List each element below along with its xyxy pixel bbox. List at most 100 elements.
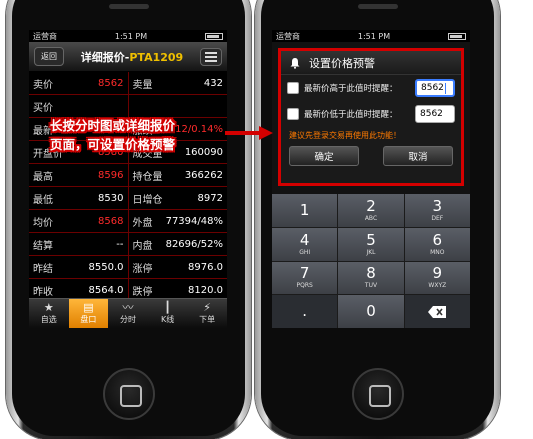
quote-label: 最高	[33, 171, 53, 183]
quote-value: 82696/52%	[165, 238, 223, 250]
quote-row: 最新 8562 涨跌 12/0.14%	[29, 118, 227, 141]
left-screen: 运营商 1:51 PM 返回 详细报价-PTA1209 卖价 8562 卖量 432 买…	[29, 30, 227, 328]
quote-cell-left: 最低 8530	[29, 187, 129, 209]
quote-value: --	[116, 238, 124, 250]
dialog-backdrop: 设置价格预警 最新价高于此值时提醒： 8562 最新价低于此值时提醒： 8562…	[272, 42, 470, 194]
key-letters: PQRS	[296, 282, 313, 290]
back-button[interactable]: 返回	[34, 47, 64, 66]
high-alert-label: 最新价高于此值时提醒：	[304, 84, 398, 94]
quote-value: 8562	[98, 77, 124, 89]
speaker	[357, 4, 398, 9]
quote-row: 最低 8530 日增仓 8972	[29, 187, 227, 210]
key-7[interactable]: 7 PQRS	[272, 261, 338, 295]
quote-value: 160090	[184, 146, 223, 158]
quote-cell-left: 开盘价 8580	[29, 141, 129, 163]
nav-bar: 返回 详细报价-PTA1209	[29, 42, 227, 72]
quote-value: 8596	[98, 169, 124, 181]
left-phone: 运营商 1:51 PM 返回 详细报价-PTA1209 卖价 8562 卖量 432 买…	[6, 0, 251, 439]
quote-label: 内盘	[132, 240, 153, 252]
decimal-key[interactable]: .	[272, 295, 338, 328]
menu-icon[interactable]	[200, 47, 222, 66]
delete-key[interactable]	[404, 295, 470, 328]
high-price-input[interactable]: 8562	[415, 79, 455, 97]
key-number: 3	[432, 196, 443, 215]
key-4[interactable]: 4 GHI	[272, 227, 338, 261]
high-alert-checkbox[interactable]	[287, 82, 299, 94]
key-number: 1	[299, 200, 310, 219]
quote-table[interactable]: 卖价 8562 卖量 432 买价 最新 8562 涨跌 12/0.14% 开盘价 8580 成交量 1…	[29, 72, 227, 302]
quote-label: 卖价	[33, 79, 53, 91]
quote-label: 买价	[33, 102, 53, 114]
bell-icon	[290, 57, 300, 69]
key-letters: DEF	[431, 214, 444, 222]
quote-label: 最低	[33, 194, 53, 206]
key-3[interactable]: 3 DEF	[404, 194, 470, 227]
quote-value: 8580	[98, 146, 124, 158]
key-number: 4	[299, 230, 310, 249]
confirm-button[interactable]: 确定	[289, 146, 359, 166]
stage: 运营商 1:51 PM 返回 详细报价-PTA1209 卖价 8562 卖量 4 3 2 买…	[0, 0, 533, 439]
login-warning: 建议先登录交易再使用此功能！	[289, 131, 401, 140]
home-button[interactable]	[351, 368, 404, 420]
home-button[interactable]	[102, 368, 155, 420]
page-title-prefix: 详细报价-	[80, 50, 130, 64]
key-5[interactable]: 5 JKL	[338, 227, 404, 261]
tab-star[interactable]: ★ 自选	[29, 299, 69, 328]
quote-cell-right	[129, 95, 228, 117]
quote-cell-right: 持仓量 366262	[129, 164, 228, 186]
tab-label: K线	[160, 315, 175, 324]
low-alert-label: 最新价低于此值时提醒：	[304, 110, 398, 120]
quote-label: 卖量	[132, 79, 153, 91]
tab-label: 分时	[119, 315, 136, 324]
key-number: .	[302, 302, 308, 321]
low-price-input[interactable]: 8562	[415, 105, 455, 123]
tab-lightning[interactable]: ⚡ 下单	[187, 299, 227, 328]
low-price-value: 8562	[420, 109, 443, 119]
status-bar: 运营商 1:51 PM	[29, 30, 227, 42]
key-9[interactable]: 9 WXYZ	[404, 261, 470, 295]
right-screen: 运营商 1:51 PM 设置价格预警 最新价高于此值时提醒： 8562 最新价低…	[272, 30, 470, 328]
tab-list[interactable]: ▤ 盘口	[68, 299, 109, 328]
key-1[interactable]: 1	[272, 194, 338, 227]
tab-label: 盘口	[80, 315, 97, 324]
quote-cell-right: 成交量 160090	[129, 141, 228, 163]
quote-cell-left: 均价 8568	[29, 210, 129, 232]
quote-value: 8550.0	[88, 261, 124, 273]
quote-cell-left: 昨结 8550.0	[29, 256, 129, 278]
quote-cell-right: 涨停 8976.0	[129, 256, 228, 278]
key-letters: WXYZ	[428, 282, 447, 290]
high-alert-row: 最新价高于此值时提醒： 8562	[281, 75, 461, 101]
right-phone: 运营商 1:51 PM 设置价格预警 最新价高于此值时提醒： 8562 最新价低…	[255, 0, 500, 439]
key-8[interactable]: 8 TUV	[338, 261, 404, 295]
key-letters: TUV	[364, 282, 378, 290]
status-time: 1:51 PM	[114, 31, 148, 41]
quote-label: 结算	[33, 240, 53, 252]
battery-icon	[447, 32, 466, 40]
low-alert-checkbox[interactable]	[287, 108, 299, 120]
key-number: 8	[366, 264, 376, 283]
low-alert-row: 最新价低于此值时提醒： 8562	[281, 101, 461, 127]
cancel-button[interactable]: 取消	[383, 146, 453, 166]
quote-cell-left: 买价	[29, 95, 129, 117]
key-2[interactable]: 2 ABC	[338, 194, 404, 227]
key-number: 2	[366, 196, 376, 215]
quote-value: 8568	[98, 215, 124, 227]
line-chart-icon: 〰	[122, 301, 134, 314]
key-0[interactable]: 0	[338, 295, 404, 328]
key-letters: MNO	[430, 248, 445, 256]
tab-candlestick[interactable]: ┃ K线	[148, 299, 188, 328]
quote-label: 持仓量	[132, 171, 163, 183]
page-title: 详细报价-PTA1209	[64, 49, 200, 65]
tab-line-chart[interactable]: 〰分时	[108, 299, 148, 328]
backspace-icon	[428, 305, 447, 318]
quote-cell-right: 内盘 82696/52%	[129, 233, 228, 255]
quote-value: 12/0.14%	[175, 123, 223, 135]
contract-code: PTA1209	[129, 50, 184, 64]
key-letters: ABC	[364, 214, 378, 222]
star-icon: ★	[43, 301, 54, 314]
quote-label: 昨收	[33, 286, 53, 298]
key-number: 0	[366, 302, 376, 321]
quote-row: 买价	[29, 95, 227, 118]
key-6[interactable]: 6 MNO	[404, 227, 470, 261]
carrier-label: 运营商	[276, 31, 300, 41]
